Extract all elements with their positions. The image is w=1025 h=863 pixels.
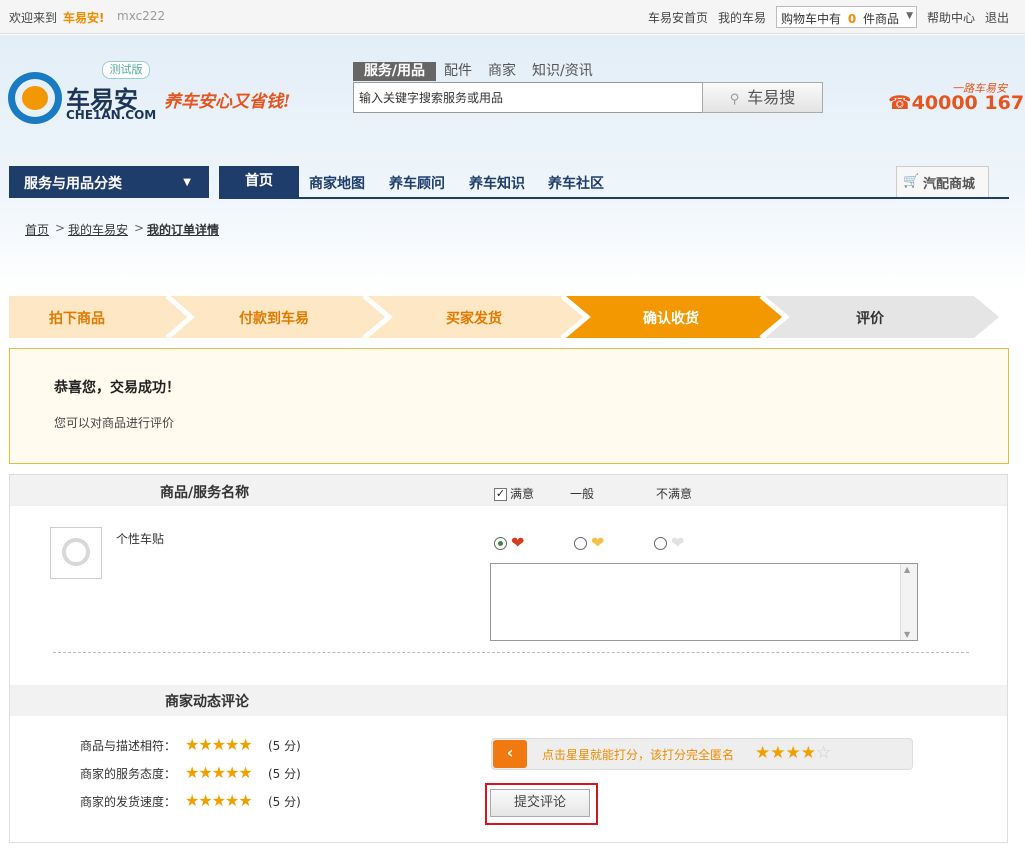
beta-badge: 测试版 (102, 61, 150, 79)
nav-item-advisor[interactable]: 养车顾问 (389, 173, 445, 193)
cart-suffix: 件商品 (863, 12, 900, 26)
search-tab-service[interactable]: 服务/用品 (353, 62, 436, 81)
site-name-link[interactable]: 车易安! (63, 9, 104, 26)
select-all-checkbox[interactable]: ✓ (494, 488, 507, 501)
chevron-left-icon: ‹ (493, 740, 527, 768)
radio-unsatisfied[interactable] (654, 537, 667, 550)
top-bar: 欢迎来到 车易安! mxc222 车易安首页 我的车易 购物车中有 0 件商品 … (0, 0, 1025, 34)
cart-prefix: 购物车中有 (781, 12, 842, 26)
rating-score-service: (5 分) (268, 767, 301, 781)
slogan: 养车安心又省钱! (164, 92, 291, 112)
nav-item-community[interactable]: 养车社区 (548, 173, 604, 193)
hotline-number: ☎40000 16712 (888, 92, 1025, 114)
cart-count: 0 (847, 12, 857, 26)
nav-item-home[interactable]: 首页 (219, 166, 299, 198)
order-progress-steps: 拍下商品 付款到车易 买家发货 确认收货 评价 (9, 296, 1009, 338)
step-4-label: 确认收货 (643, 311, 699, 327)
step-5-label: 评价 (856, 311, 884, 327)
radio-satisfied[interactable] (494, 537, 507, 550)
radio-neutral[interactable] (574, 537, 587, 550)
breadcrumb-separator: > (134, 221, 145, 235)
merchant-rating-title: 商家动态评论 (165, 694, 249, 710)
rating-label-service: 商家的服务态度： (80, 767, 177, 781)
category-menu[interactable]: 服务与用品分类 ▼ (9, 166, 209, 198)
comment-scrollbar[interactable]: ▲ ▼ (900, 564, 917, 640)
logo-domain: CHE1AN.COM (66, 108, 157, 122)
search-icon: ⚲ (729, 92, 740, 107)
search-input[interactable]: 输入关键字搜索服务或用品 (353, 82, 703, 113)
search-button-label: 车易搜 (747, 88, 796, 107)
nav-item-knowledge[interactable]: 养车知识 (469, 173, 525, 193)
welcome-text: 欢迎来到 (9, 11, 58, 25)
mall-label: 汽配商城 (923, 177, 976, 192)
rating-score-description: (5 分) (268, 739, 301, 753)
rating-stars-service[interactable]: ★★★★★ (185, 763, 253, 782)
breadcrumb-home[interactable]: 首页 (25, 221, 49, 238)
chevron-down-icon: ▼ (183, 177, 191, 188)
help-link[interactable]: 帮助中心 (927, 9, 975, 26)
success-title: 恭喜您，交易成功！ (54, 380, 180, 396)
success-subtitle: 您可以对商品进行评价 (54, 416, 175, 430)
rating-score-shipping: (5 分) (268, 795, 301, 809)
submit-review-button[interactable]: 提交评论 (490, 789, 590, 817)
username[interactable]: mxc222 (117, 9, 165, 23)
my-account-link[interactable]: 我的车易 (718, 9, 766, 26)
cart-icon: 🛒 (903, 174, 920, 189)
step-1-label: 拍下商品 (49, 311, 105, 327)
scroll-up-icon[interactable]: ▲ (904, 565, 910, 574)
search-tab-knowledge[interactable]: 知识/资讯 (532, 62, 593, 81)
heart-red-icon: ❤ (511, 533, 525, 552)
rating-stars-description[interactable]: ★★★★★ (185, 735, 253, 754)
breadcrumb-my-account[interactable]: 我的车易安 (68, 221, 128, 238)
nav-item-merchant-map[interactable]: 商家地图 (309, 173, 365, 193)
heart-yellow-icon: ❤ (591, 533, 605, 552)
rating-label-shipping: 商家的发货速度： (80, 795, 177, 809)
cart-dropdown[interactable]: 购物车中有 0 件商品 ▼ (776, 6, 917, 28)
column-title-product: 商品/服务名称 (160, 485, 250, 501)
category-menu-label: 服务与用品分类 (24, 176, 122, 192)
search-tab-merchants[interactable]: 商家 (488, 62, 516, 81)
hotline-text: 40000 16712 (911, 92, 1025, 114)
phone-icon: ☎ (888, 92, 912, 114)
merchant-header-bar (10, 685, 1007, 716)
success-panel (9, 348, 1009, 464)
nav-underline (219, 197, 1009, 199)
product-name[interactable]: 个性车贴 (116, 530, 164, 547)
mall-button[interactable]: 🛒 汽配商城 (896, 166, 989, 197)
option-header-satisfied: 满意 (510, 487, 535, 501)
rating-label-description: 商品与描述相符： (80, 739, 177, 753)
home-link[interactable]: 车易安首页 (648, 9, 708, 26)
logout-link[interactable]: 退出 (985, 9, 1009, 26)
step-3-label: 买家发货 (446, 311, 502, 327)
heart-gray-icon: ❤ (671, 533, 685, 552)
rating-stars-shipping[interactable]: ★★★★★ (185, 791, 253, 810)
product-placeholder-icon (62, 538, 90, 566)
rating-tip-text: 点击星星就能打分，该打分完全匿名 (542, 748, 735, 762)
divider (53, 652, 969, 653)
tip-stars-icon: ★★★★☆ (755, 743, 832, 763)
breadcrumb-current: 我的订单详情 (147, 223, 220, 237)
search-button[interactable]: ⚲ 车易搜 (702, 82, 823, 113)
chevron-down-icon: ▼ (906, 11, 913, 21)
option-header-unsatisfied: 不满意 (656, 487, 693, 501)
step-2-label: 付款到车易 (239, 311, 309, 327)
search-tab-parts[interactable]: 配件 (444, 62, 472, 81)
breadcrumb-separator: > (55, 221, 66, 235)
logo-icon-center (22, 86, 48, 110)
comment-textarea[interactable] (490, 563, 918, 641)
scroll-down-icon[interactable]: ▼ (904, 630, 910, 639)
option-header-neutral: 一般 (570, 487, 595, 501)
